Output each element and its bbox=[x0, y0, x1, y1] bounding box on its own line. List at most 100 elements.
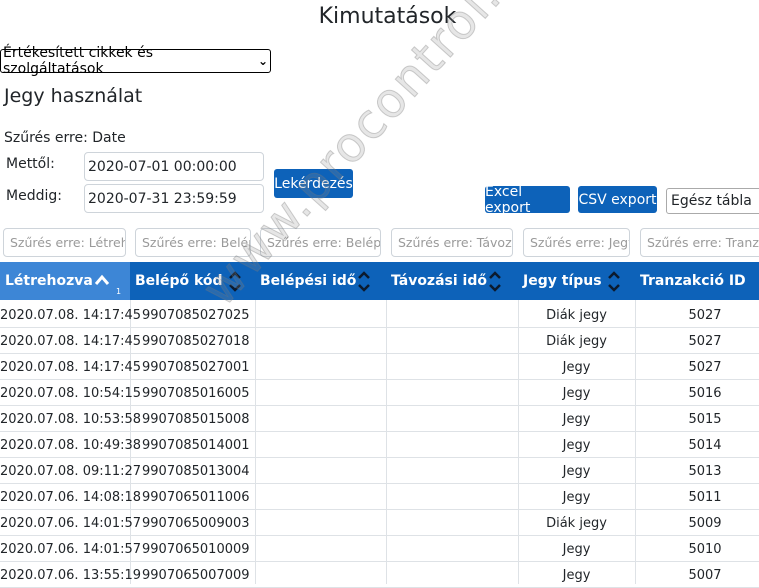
cell-entry-code: 9907085014001 bbox=[142, 437, 250, 453]
cell-created: 2020.07.08. 10:53:58 bbox=[0, 411, 142, 427]
cell-exit-time bbox=[386, 510, 518, 536]
table-row[interactable]: 2020.07.08. 10:53:58 9907085015008 Jegy 501… bbox=[0, 406, 759, 432]
cell-entry-code: 9907065009003 bbox=[142, 515, 250, 531]
table-row[interactable]: 2020.07.08. 14:17:45 9907085027001 Jegy 502… bbox=[0, 354, 759, 380]
cell-transaction-id: 5027 bbox=[688, 307, 722, 323]
cell-ticket-type: Jegy bbox=[562, 541, 591, 557]
cell-entry-time bbox=[255, 510, 386, 536]
page-title: Kimutatások bbox=[318, 4, 457, 29]
cell-entry-time bbox=[255, 354, 386, 380]
cell-ticket-type: Jegy bbox=[562, 463, 591, 479]
report-type-select[interactable]: Értékesített cikkek és szolgáltatások ⌄ bbox=[0, 45, 271, 77]
cell-exit-time bbox=[386, 354, 518, 380]
table-row[interactable]: 2020.07.06. 14:08:18 9907065011006 Jegy 501… bbox=[0, 484, 759, 510]
cell-created: 2020.07.08. 10:54:15 bbox=[0, 385, 142, 401]
table-row[interactable]: 2020.07.06. 14:01:57 9907065009003 Diák je… bbox=[0, 510, 759, 536]
cell-exit-time bbox=[386, 562, 518, 588]
cell-exit-time bbox=[386, 484, 518, 510]
column-header-entry-code[interactable]: Belépő kód bbox=[135, 262, 223, 300]
sort-both-icon[interactable] bbox=[487, 262, 503, 300]
cell-transaction-id: 5010 bbox=[688, 541, 722, 557]
cell-entry-time bbox=[255, 432, 386, 458]
filter-input-created[interactable]: Szűrés erre: Létrehozva bbox=[3, 228, 126, 257]
cell-exit-time bbox=[386, 432, 518, 458]
cell-created: 2020.07.06. 14:08:18 bbox=[0, 489, 142, 505]
cell-entry-time bbox=[255, 328, 386, 354]
cell-ticket-type: Jegy bbox=[562, 359, 591, 375]
column-header-transaction-id[interactable]: Tranzakció ID bbox=[640, 262, 746, 300]
export-scope-select[interactable]: Egész tábla ⌄ bbox=[666, 188, 759, 214]
query-button[interactable]: Lekérdezés bbox=[274, 169, 353, 198]
filter-input-exit-time[interactable]: Szűrés erre: Távozási idő bbox=[391, 228, 513, 257]
cell-entry-code: 9907085015008 bbox=[142, 411, 250, 427]
section-title: Jegy használat bbox=[4, 85, 143, 107]
cell-entry-time bbox=[255, 380, 386, 406]
cell-created: 2020.07.08. 14:17:45 bbox=[0, 333, 142, 349]
cell-created: 2020.07.08. 10:49:38 bbox=[0, 437, 142, 453]
cell-entry-code: 9907065011006 bbox=[142, 489, 250, 505]
cell-ticket-type: Diák jegy bbox=[546, 515, 607, 531]
cell-exit-time bbox=[386, 328, 518, 354]
to-date-input[interactable]: 2020-07-31 23:59:59 bbox=[84, 184, 264, 213]
filter-input-ticket-type[interactable]: Szűrés erre: Jegy típus bbox=[523, 228, 630, 257]
filter-input-entry-time[interactable]: Szűrés erre: Belépési idő bbox=[260, 228, 381, 257]
cell-entry-time bbox=[255, 302, 386, 328]
cell-created: 2020.07.08. 09:11:27 bbox=[0, 463, 142, 479]
table-row[interactable]: 2020.07.08. 10:54:15 9907085016005 Jegy 501… bbox=[0, 380, 759, 406]
table-row[interactable]: 2020.07.08. 14:17:45 9907085027025 Diák je… bbox=[0, 302, 759, 328]
cell-transaction-id: 5027 bbox=[688, 333, 722, 349]
cell-exit-time bbox=[386, 380, 518, 406]
cell-transaction-id: 5027 bbox=[688, 359, 722, 375]
from-date-input[interactable]: 2020-07-01 00:00:00 bbox=[84, 152, 264, 181]
cell-ticket-type: Diák jegy bbox=[546, 307, 607, 323]
cell-ticket-type: Jegy bbox=[562, 385, 591, 401]
cell-transaction-id: 5011 bbox=[688, 489, 722, 505]
column-header-ticket-type[interactable]: Jegy típus bbox=[523, 262, 602, 300]
cell-created: 2020.07.06. 13:55:19 bbox=[0, 567, 142, 583]
column-header-exit-time[interactable]: Távozási idő bbox=[391, 262, 487, 300]
cell-exit-time bbox=[386, 536, 518, 562]
cell-entry-time bbox=[255, 484, 386, 510]
cell-created: 2020.07.06. 14:01:57 bbox=[0, 541, 142, 557]
cell-entry-time bbox=[255, 406, 386, 432]
filter-by-label: Szűrés erre: Date bbox=[4, 130, 126, 146]
cell-ticket-type: Jegy bbox=[562, 411, 591, 427]
table-row[interactable]: 2020.07.08. 09:11:27 9907085013004 Jegy 501… bbox=[0, 458, 759, 484]
sort-both-icon[interactable] bbox=[606, 262, 622, 300]
chevron-down-icon: ⌄ bbox=[257, 54, 268, 68]
export-scope-value: Egész tábla bbox=[671, 193, 752, 209]
from-label: Mettől: bbox=[6, 156, 55, 172]
table-row[interactable]: 2020.07.06. 13:55:19 9907065007009 Jegy 500… bbox=[0, 562, 759, 588]
cell-exit-time bbox=[386, 302, 518, 328]
sort-order-index: 1 bbox=[116, 287, 121, 296]
cell-exit-time bbox=[386, 406, 518, 432]
sort-both-icon[interactable] bbox=[356, 262, 372, 300]
cell-transaction-id: 5015 bbox=[688, 411, 722, 427]
cell-entry-code: 9907085016005 bbox=[142, 385, 250, 401]
cell-entry-code: 9907065007009 bbox=[142, 567, 250, 583]
cell-created: 2020.07.08. 14:17:45 bbox=[0, 307, 142, 323]
excel-export-button[interactable]: Excel export bbox=[485, 184, 570, 216]
sort-ascending-icon[interactable]: 1 bbox=[93, 262, 123, 300]
to-label: Meddig: bbox=[6, 188, 62, 204]
table-row[interactable]: 2020.07.08. 14:17:45 9907085027018 Diák je… bbox=[0, 328, 759, 354]
cell-entry-time bbox=[255, 536, 386, 562]
table-header: Létrehozva Belépő kód Belépési idő Távoz… bbox=[0, 262, 759, 300]
cell-created: 2020.07.08. 14:17:45 bbox=[0, 359, 142, 375]
filter-input-transaction-id[interactable]: Szűrés erre: Tranzakció ID bbox=[640, 228, 759, 257]
cell-entry-time bbox=[255, 562, 386, 588]
cell-entry-code: 9907085013004 bbox=[142, 463, 250, 479]
table-row[interactable]: 2020.07.06. 14:01:57 9907065010009 Jegy 501… bbox=[0, 536, 759, 562]
cell-entry-code: 9907065010009 bbox=[142, 541, 250, 557]
cell-created: 2020.07.06. 14:01:57 bbox=[0, 515, 142, 531]
cell-transaction-id: 5009 bbox=[688, 515, 722, 531]
filter-input-entry-code[interactable]: Szűrés erre: Belépő kód bbox=[135, 228, 251, 257]
csv-export-button[interactable]: CSV export bbox=[578, 186, 657, 213]
sort-both-icon[interactable] bbox=[227, 262, 243, 300]
column-header-entry-time[interactable]: Belépési idő bbox=[260, 262, 356, 300]
cell-transaction-id: 5014 bbox=[688, 437, 722, 453]
cell-transaction-id: 5016 bbox=[688, 385, 722, 401]
column-header-created[interactable]: Létrehozva bbox=[5, 262, 93, 300]
cell-ticket-type: Jegy bbox=[562, 437, 591, 453]
table-row[interactable]: 2020.07.08. 10:49:38 9907085014001 Jegy 501… bbox=[0, 432, 759, 458]
